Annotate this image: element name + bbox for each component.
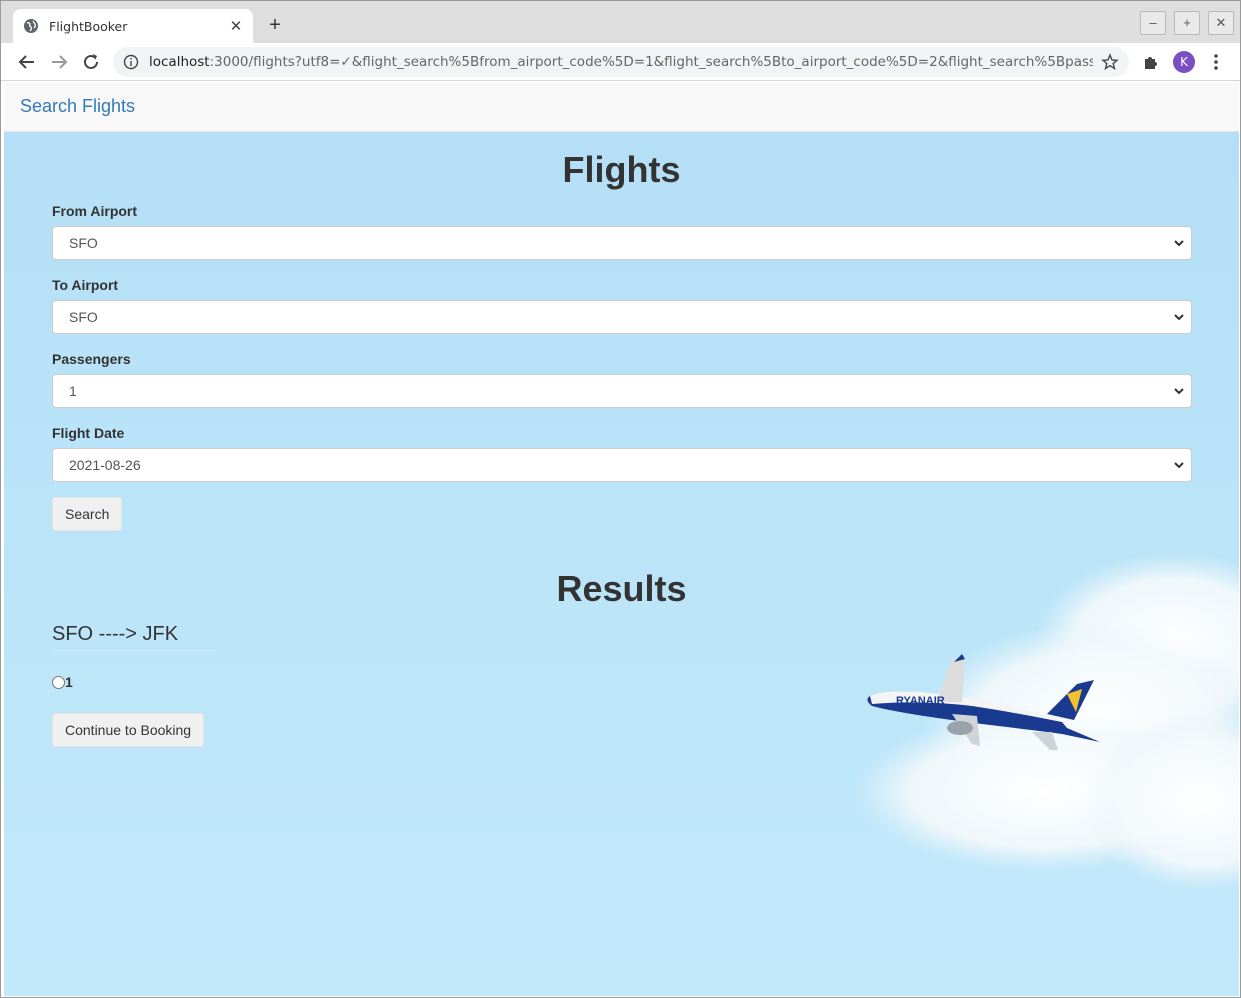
url-path: :3000/flights?utf8=✓&flight_search%5Bfro… [209,54,1093,70]
to-airport-value: SFO [69,309,98,325]
flight-option-label: 1 [65,674,73,690]
flight-date-value: 2021-08-26 [69,457,141,473]
browser-tab[interactable]: FlightBooker ✕ [13,9,253,43]
plus-icon[interactable]: + [264,14,286,36]
star-icon[interactable] [1101,53,1119,71]
puzzle-icon[interactable] [1142,53,1160,71]
minimize-icon[interactable]: – [1140,11,1166,35]
flight-date-select[interactable]: 2021-08-26 [52,448,1192,482]
url-host: localhost [149,54,210,70]
results-heading: Results [556,568,687,609]
from-airport-label: From Airport [52,203,138,219]
svg-text:RYANAIR: RYANAIR [896,695,945,707]
info-icon[interactable] [123,54,139,70]
flight-option-radio[interactable] [52,675,65,689]
forward-arrow-icon[interactable] [48,51,70,73]
top-navbar: Search Flights [4,82,1239,132]
browser-toolbar: localhost:3000/flights?utf8=✓&flight_sea… [1,43,1240,81]
reload-icon[interactable] [80,51,102,73]
globe-icon [24,19,38,33]
passengers-label: Passengers [52,351,131,367]
airplane-image: RYANAIR [867,654,1100,750]
flights-heading: Flights [562,149,681,190]
window-close-icon[interactable]: ✕ [1208,11,1234,35]
address-bar[interactable]: localhost:3000/flights?utf8=✓&flight_sea… [113,47,1129,77]
kebab-menu-icon[interactable] [1207,52,1225,72]
chevron-down-icon [1174,388,1184,395]
browser-window: FlightBooker ✕ + – + ✕ localhost:3000/fl… [0,0,1241,998]
chevron-down-icon [1174,314,1184,321]
to-airport-select[interactable]: SFO [52,300,1192,334]
close-icon[interactable]: ✕ [229,18,243,35]
chevron-down-icon [1174,462,1184,469]
search-flights-link[interactable]: Search Flights [20,96,135,117]
tab-title: FlightBooker [49,18,128,34]
page-content: RYANAIR Search Flights Flights From Airp… [4,82,1239,996]
to-airport-label: To Airport [52,277,119,293]
back-arrow-icon[interactable] [16,51,38,73]
flight-option: 1 [52,674,73,690]
search-button[interactable]: Search [52,497,123,531]
route-heading: SFO ----> JFK [52,623,216,651]
from-airport-value: SFO [69,235,98,251]
title-bar: FlightBooker ✕ + – + ✕ [1,1,1240,43]
avatar[interactable]: K [1173,51,1195,73]
passengers-select[interactable]: 1 [52,374,1192,408]
maximize-icon[interactable]: + [1174,11,1200,35]
url-text[interactable]: localhost:3000/flights?utf8=✓&flight_sea… [149,54,1093,70]
passengers-value: 1 [69,383,77,399]
flight-date-label: Flight Date [52,425,125,441]
continue-to-booking-button[interactable]: Continue to Booking [52,713,205,747]
from-airport-select[interactable]: SFO [52,226,1192,260]
chevron-down-icon [1174,240,1184,247]
